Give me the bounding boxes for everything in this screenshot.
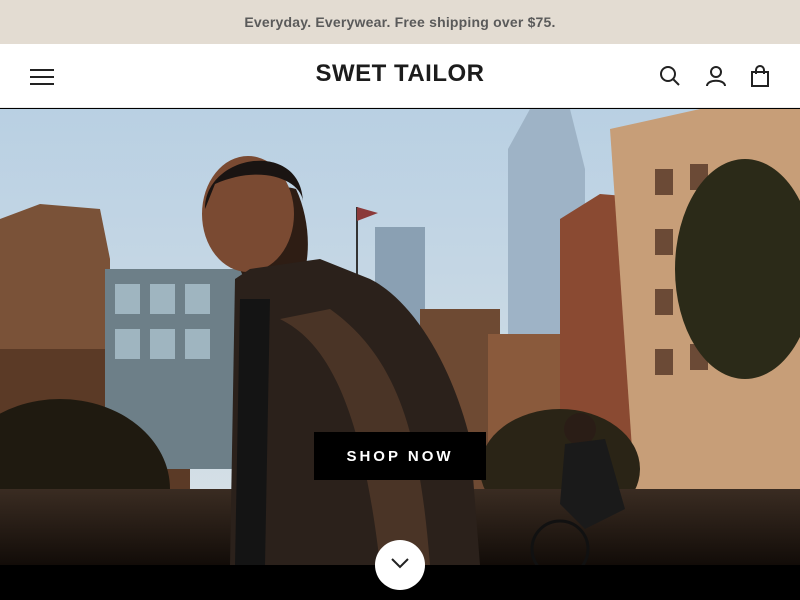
hero-image <box>0 109 800 565</box>
site-header: SWET TAILOR <box>0 44 800 108</box>
account-icon[interactable] <box>704 64 728 88</box>
shop-now-button[interactable]: SHOP NOW <box>314 432 486 480</box>
hero-banner: SHOP NOW <box>0 109 800 565</box>
announcement-text: Everyday. Everywear. Free shipping over … <box>244 14 556 30</box>
search-icon[interactable] <box>658 64 682 88</box>
chevron-down-icon <box>390 556 410 574</box>
announcement-bar: Everyday. Everywear. Free shipping over … <box>0 0 800 44</box>
cart-icon[interactable] <box>748 64 772 88</box>
scroll-down-button[interactable] <box>375 540 425 590</box>
